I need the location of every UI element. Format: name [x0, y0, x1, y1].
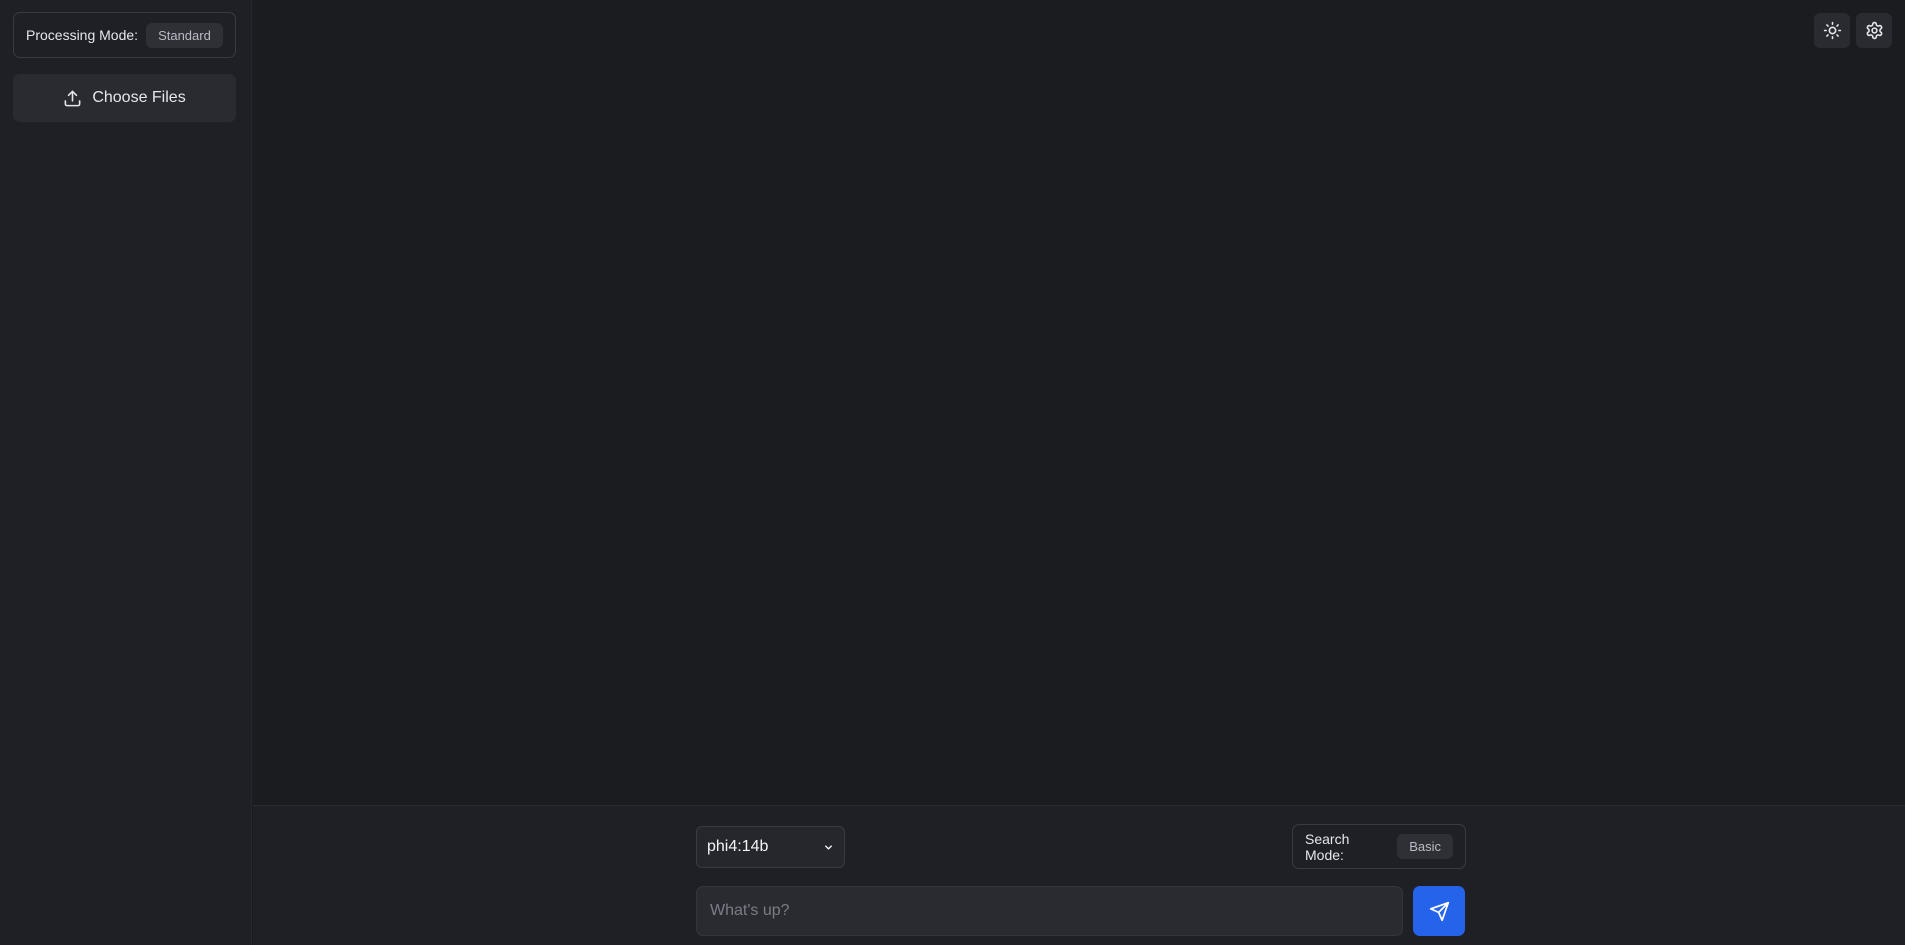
settings-button[interactable]: [1856, 13, 1892, 48]
model-select-value: phi4:14b: [707, 838, 769, 855]
choose-files-label: Choose Files: [92, 89, 186, 106]
search-mode-toggle[interactable]: Search Mode: Basic: [1292, 824, 1466, 869]
search-mode-value-badge[interactable]: Basic: [1397, 834, 1453, 859]
send-button[interactable]: [1413, 886, 1465, 936]
gear-icon: [1865, 21, 1884, 40]
sun-icon: [1823, 21, 1842, 40]
processing-mode-label: Processing Mode:: [26, 27, 139, 43]
theme-toggle-button[interactable]: [1814, 13, 1850, 48]
processing-mode-toggle[interactable]: Processing Mode: Standard: [13, 12, 236, 58]
processing-mode-value-badge[interactable]: Standard: [146, 22, 223, 48]
sidebar: Processing Mode: Standard Choose Files: [0, 0, 252, 945]
send-icon: [1429, 901, 1450, 922]
composer: phi4:14b Search Mode: Basic: [253, 805, 1905, 945]
chat-input[interactable]: [696, 886, 1403, 936]
chat-area: [253, 0, 1905, 805]
choose-files-button[interactable]: Choose Files: [13, 74, 236, 122]
chevron-down-icon: [823, 842, 834, 853]
search-mode-label: Search Mode:: [1305, 830, 1350, 863]
model-select[interactable]: phi4:14b: [696, 826, 845, 868]
app-window: Processing Mode: Standard Choose Files p…: [0, 0, 1905, 945]
upload-icon: [63, 89, 82, 108]
